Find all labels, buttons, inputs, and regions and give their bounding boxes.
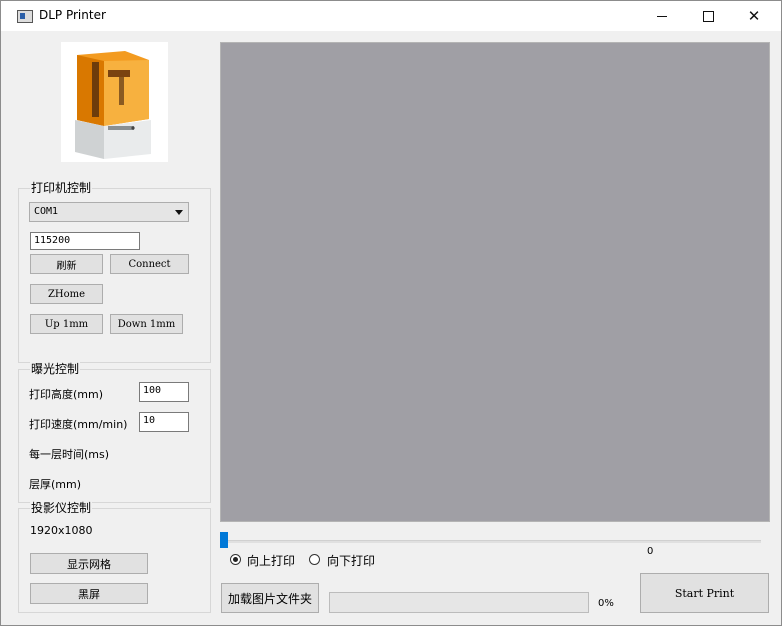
- projector-control-title: 投影仪控制: [30, 501, 93, 515]
- print-down-label[interactable]: 向下打印: [327, 552, 375, 569]
- maximize-button[interactable]: [685, 1, 731, 31]
- print-down-radio[interactable]: [309, 554, 320, 565]
- window-title: DLP Printer: [39, 8, 106, 22]
- print-speed-input[interactable]: 10: [139, 412, 189, 432]
- printer-image: [61, 42, 168, 162]
- load-image-folder-button[interactable]: 加载图片文件夹: [221, 583, 319, 613]
- black-screen-button[interactable]: 黑屏: [30, 583, 148, 604]
- print-speed-label: 打印速度(mm/min): [29, 418, 128, 431]
- maximize-icon: [702, 10, 714, 22]
- serial-port-value: COM1: [34, 206, 59, 217]
- minimize-icon: [657, 15, 667, 17]
- layer-slider-value: 0: [647, 546, 654, 557]
- down-1mm-button[interactable]: Down 1mm: [110, 314, 183, 334]
- refresh-button[interactable]: 刷新: [30, 254, 103, 274]
- title-bar[interactable]: DLP Printer ✕: [1, 1, 781, 31]
- serial-port-select[interactable]: COM1: [29, 202, 189, 222]
- app-icon: [17, 10, 33, 23]
- print-height-label: 打印高度(mm): [29, 388, 104, 401]
- baud-rate-input[interactable]: 115200: [30, 232, 140, 250]
- minimize-button[interactable]: [639, 1, 685, 31]
- show-grid-button[interactable]: 显示网格: [30, 553, 148, 574]
- print-up-radio[interactable]: [230, 554, 241, 565]
- print-progress-text: 0%: [598, 598, 614, 609]
- chevron-down-icon: [175, 210, 183, 215]
- projector-resolution: 1920x1080: [30, 524, 93, 537]
- print-up-label[interactable]: 向上打印: [247, 552, 295, 569]
- up-1mm-button[interactable]: Up 1mm: [30, 314, 103, 334]
- print-height-input[interactable]: 100: [139, 382, 189, 402]
- close-button[interactable]: ✕: [731, 1, 777, 31]
- layer-preview-area: [220, 42, 770, 522]
- layer-slider-track[interactable]: [223, 540, 761, 543]
- start-print-button[interactable]: Start Print: [640, 573, 769, 613]
- selected-radio-dot: [233, 557, 238, 562]
- close-icon: ✕: [747, 7, 761, 25]
- zhome-button[interactable]: ZHome: [30, 284, 103, 304]
- layer-thickness-label: 层厚(mm): [29, 478, 82, 491]
- layer-time-label: 每一层时间(ms): [29, 448, 110, 461]
- connect-button[interactable]: Connect: [110, 254, 189, 274]
- exposure-control-title: 曝光控制: [30, 362, 81, 376]
- layer-slider-handle[interactable]: [220, 532, 228, 548]
- printer-control-title: 打印机控制: [30, 181, 93, 195]
- print-progress-bar: [329, 592, 589, 613]
- dlp-printer-window: DLP Printer ✕ 打印机控制 COM1 115200 刷新 Conne…: [0, 0, 782, 626]
